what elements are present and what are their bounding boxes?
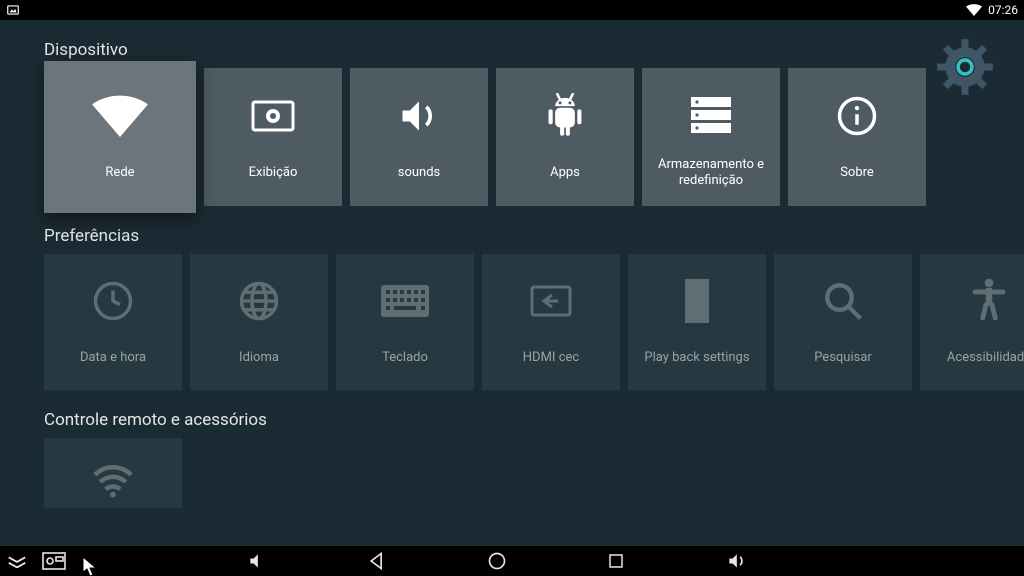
tile-storage[interactable]: Armazenamento e redefinição — [642, 68, 780, 206]
tile-network[interactable]: Rede — [44, 61, 196, 213]
tile-about[interactable]: Sobre — [788, 68, 926, 206]
tile-hdmi-cec[interactable]: HDMI cec — [482, 254, 620, 390]
nav-screenshot-button[interactable] — [42, 552, 66, 570]
section-title-device: Dispositivo — [44, 40, 980, 60]
wifi-icon — [92, 86, 148, 146]
tile-apps[interactable]: Apps — [496, 68, 634, 206]
section-title-remote: Controle remoto e acessórios — [44, 410, 980, 430]
tile-label: Rede — [99, 158, 140, 188]
tile-display[interactable]: Exibição — [204, 68, 342, 206]
tile-label: Pesquisar — [808, 343, 878, 373]
settings-content: Dispositivo Rede Exibição — [0, 20, 1024, 546]
wifi-icon — [91, 456, 135, 508]
nav-home-button[interactable] — [487, 551, 507, 571]
section-device: Dispositivo Rede Exibição — [0, 40, 1024, 206]
status-time: 07:26 — [988, 3, 1018, 17]
tile-label: HDMI cec — [517, 343, 585, 373]
navigation-bar — [0, 546, 1024, 576]
keyboard-icon — [380, 271, 430, 331]
tile-sounds[interactable]: sounds — [350, 68, 488, 206]
tile-date-time[interactable]: Data e hora — [44, 254, 182, 390]
film-icon — [679, 271, 715, 331]
tile-label: Sobre — [834, 158, 880, 188]
android-icon — [545, 86, 585, 146]
tile-label: Armazenamento e redefinição — [652, 157, 770, 190]
tile-label: sounds — [392, 158, 447, 188]
section-remote: Controle remoto e acessórios — [0, 410, 1024, 508]
tile-label: Data e hora — [74, 343, 152, 373]
image-icon — [6, 3, 20, 17]
accessibility-icon — [969, 271, 1009, 331]
volume-icon — [397, 86, 441, 146]
tile-add-accessory[interactable] — [44, 438, 182, 508]
nav-recents-button[interactable] — [607, 552, 625, 570]
globe-icon — [238, 271, 280, 331]
storage-icon — [689, 85, 733, 145]
tile-accessibility[interactable]: Acessibilidade — [920, 254, 1024, 390]
tile-playback[interactable]: Play back settings — [628, 254, 766, 390]
settings-gear-icon — [936, 38, 994, 96]
tile-label: Apps — [544, 158, 586, 188]
tile-language[interactable]: Idioma — [190, 254, 328, 390]
info-icon — [836, 86, 878, 146]
nav-volume-down-button[interactable] — [247, 551, 267, 571]
status-bar: 07:26 — [0, 0, 1024, 20]
nav-volume-up-button[interactable] — [725, 551, 747, 571]
nav-back-button[interactable] — [367, 551, 387, 571]
clock-icon — [92, 271, 134, 331]
tile-keyboard[interactable]: Teclado — [336, 254, 474, 390]
tile-row-device: Rede Exibição sounds — [44, 68, 980, 206]
search-icon — [822, 271, 864, 331]
tile-label: Teclado — [376, 343, 434, 373]
tile-search[interactable]: Pesquisar — [774, 254, 912, 390]
hdmi-icon — [528, 271, 574, 331]
tile-row-remote — [44, 438, 980, 508]
tile-label: Idioma — [233, 343, 285, 373]
tile-row-preferences: Data e hora Idioma — [44, 254, 980, 390]
section-preferences: Preferências Data e hora Idioma — [0, 226, 1024, 390]
tile-label: Play back settings — [638, 343, 755, 373]
tile-label: Exibição — [243, 158, 304, 188]
tile-label: Acessibilidade — [941, 343, 1024, 373]
display-icon — [249, 86, 297, 146]
wifi-status-icon — [966, 4, 982, 16]
section-title-preferences: Preferências — [44, 226, 980, 246]
nav-menu-button[interactable] — [6, 554, 28, 568]
